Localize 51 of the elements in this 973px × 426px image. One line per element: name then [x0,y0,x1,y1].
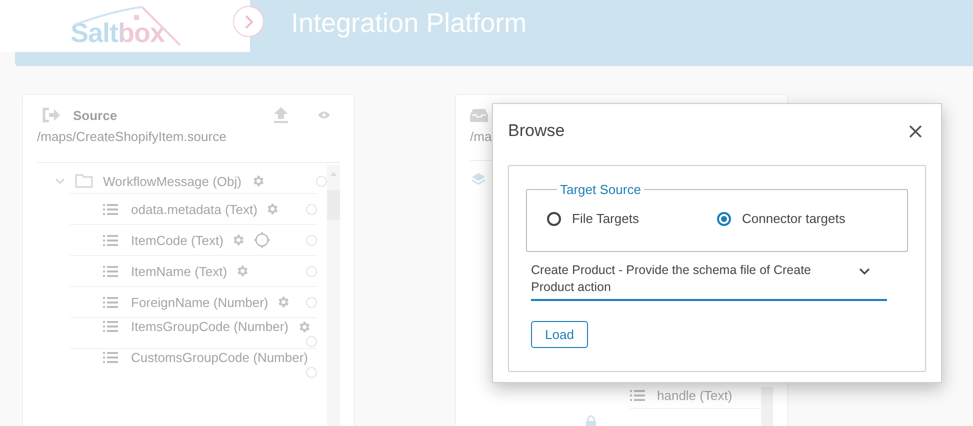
gear-icon[interactable] [231,233,246,247]
load-button[interactable]: Load [531,321,588,348]
list-icon [103,352,118,363]
port-circle[interactable] [306,367,317,378]
gear-icon[interactable] [265,202,280,216]
tree-node-label[interactable]: ItemsGroupCode (Number) [131,319,288,334]
radio-icon[interactable] [547,212,561,226]
inbox-icon [470,109,488,122]
gear-icon[interactable] [235,264,250,278]
file-path: /ma [470,129,492,144]
radio-option[interactable]: Connector targets [717,211,887,226]
port-circle[interactable] [306,204,317,214]
file-path: /maps/CreateShopifyItem.source [37,129,228,144]
folder-icon [75,174,93,188]
tree-node-label[interactable]: WorkflowMessage (Obj) [103,174,242,188]
tree-node-label[interactable]: odata.metadata (Text) [131,202,258,216]
port-circle[interactable] [306,296,317,308]
port-circle[interactable] [306,266,317,276]
radio-icon[interactable] [717,212,731,226]
roof-icon [72,3,182,48]
chevron-down-icon[interactable] [859,268,870,275]
gear-icon[interactable] [296,320,310,334]
port-circle[interactable] [306,234,317,246]
close-button[interactable] [907,122,924,140]
gear-icon[interactable] [251,174,266,188]
eye-icon[interactable] [318,111,330,119]
tree-node-label[interactable]: handle (Text) [657,388,732,402]
list-icon [103,234,118,246]
list-icon [103,296,118,308]
expand-button[interactable] [233,6,264,37]
list-icon [103,321,118,332]
tree-node-label[interactable]: ItemName (Text) [131,264,228,278]
upload-icon[interactable] [274,107,288,123]
lock-icon [585,415,597,426]
tree-node-label[interactable]: CustomsGroupCode (Number) [131,350,308,365]
chevron-icon[interactable] [55,177,65,185]
list-icon [103,266,118,276]
radio-option[interactable]: File Targets [547,211,717,226]
list-icon [630,390,645,400]
chevron-right-icon [244,14,254,28]
group-label: Target Source [559,182,642,197]
gear-icon[interactable] [276,295,290,309]
dialog-title: Browse [508,121,565,141]
panel-title: Source [73,108,118,122]
exit-icon [42,107,60,123]
tree-node-label[interactable]: ForeignName (Number) [131,294,268,310]
layers-icon [472,173,485,187]
list-icon [103,204,118,214]
tree-node-label[interactable]: ItemCode (Text) [131,232,224,248]
port-circle[interactable] [306,336,317,347]
connector-select[interactable]: Create Product - Provide the schema file of Create Product action [531,260,887,301]
